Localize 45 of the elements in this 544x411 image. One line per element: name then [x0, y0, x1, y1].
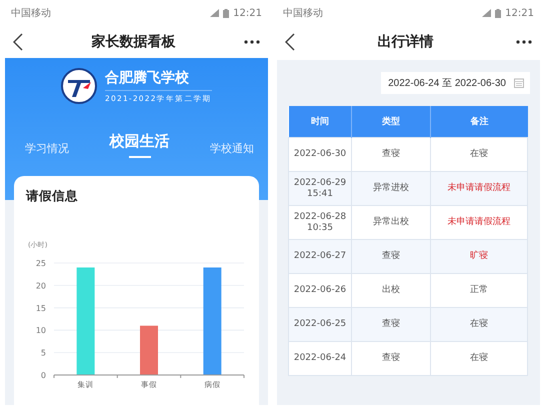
- time-cell: 2022-06-25: [288, 308, 352, 342]
- signal-icon: [210, 9, 220, 17]
- column-header: 时间: [288, 106, 352, 138]
- time-cell: 2022-06-27: [288, 240, 352, 274]
- note-cell: 在寝: [430, 342, 528, 376]
- school-name: 合肥腾飞学校: [105, 68, 212, 90]
- y-tick-label: 20: [36, 281, 46, 290]
- y-tick-label: 10: [36, 326, 46, 336]
- battery-icon: [495, 8, 502, 18]
- card-title: 请假信息: [26, 188, 79, 205]
- section-tab[interactable]: 校园生活: [110, 132, 170, 166]
- back-icon[interactable]: [285, 33, 295, 51]
- note-cell: 在寝: [430, 308, 528, 342]
- battery-icon: [223, 8, 230, 18]
- more-icon[interactable]: [244, 40, 260, 44]
- time-cell: 2022-06-24: [288, 342, 352, 376]
- back-icon[interactable]: [13, 33, 23, 51]
- carrier-name: 中国移动: [283, 6, 323, 20]
- page-title: 出行详情: [378, 33, 434, 51]
- section-tab[interactable]: 学习情况: [25, 141, 69, 166]
- section-tab[interactable]: 学校通知: [210, 141, 254, 166]
- note-cell: 旷寝: [430, 240, 528, 274]
- y-tick-label: 5: [40, 348, 46, 358]
- bar: [140, 326, 158, 375]
- y-tick-label: 15: [36, 304, 46, 313]
- page-title: 家长数据看板: [92, 33, 176, 51]
- status-time: 12:21: [233, 8, 262, 18]
- y-tick-label: 25: [36, 259, 46, 268]
- time-cell: 2022-06-29 15:41: [288, 172, 352, 206]
- column-header: 类型: [352, 106, 430, 138]
- type-cell: 查寝: [352, 308, 430, 342]
- carrier-name: 中国移动: [11, 6, 51, 20]
- school-logo-icon: [61, 68, 98, 104]
- type-cell: 查寝: [352, 240, 430, 274]
- more-icon[interactable]: [516, 40, 532, 44]
- date-range-picker[interactable]: 2022-06-24 至 2022-06-30: [381, 72, 530, 94]
- signal-icon: [482, 9, 492, 17]
- column-header: 备注: [430, 106, 528, 138]
- calendar-icon: [514, 78, 524, 88]
- time-cell: 2022-06-30: [288, 138, 352, 172]
- type-cell: 查寝: [352, 342, 430, 376]
- status-time: 12:21: [505, 8, 534, 18]
- y-tick-label: 0: [40, 371, 46, 380]
- type-cell: 异常进校: [352, 172, 430, 206]
- note-cell: 未申请请假流程: [430, 172, 528, 206]
